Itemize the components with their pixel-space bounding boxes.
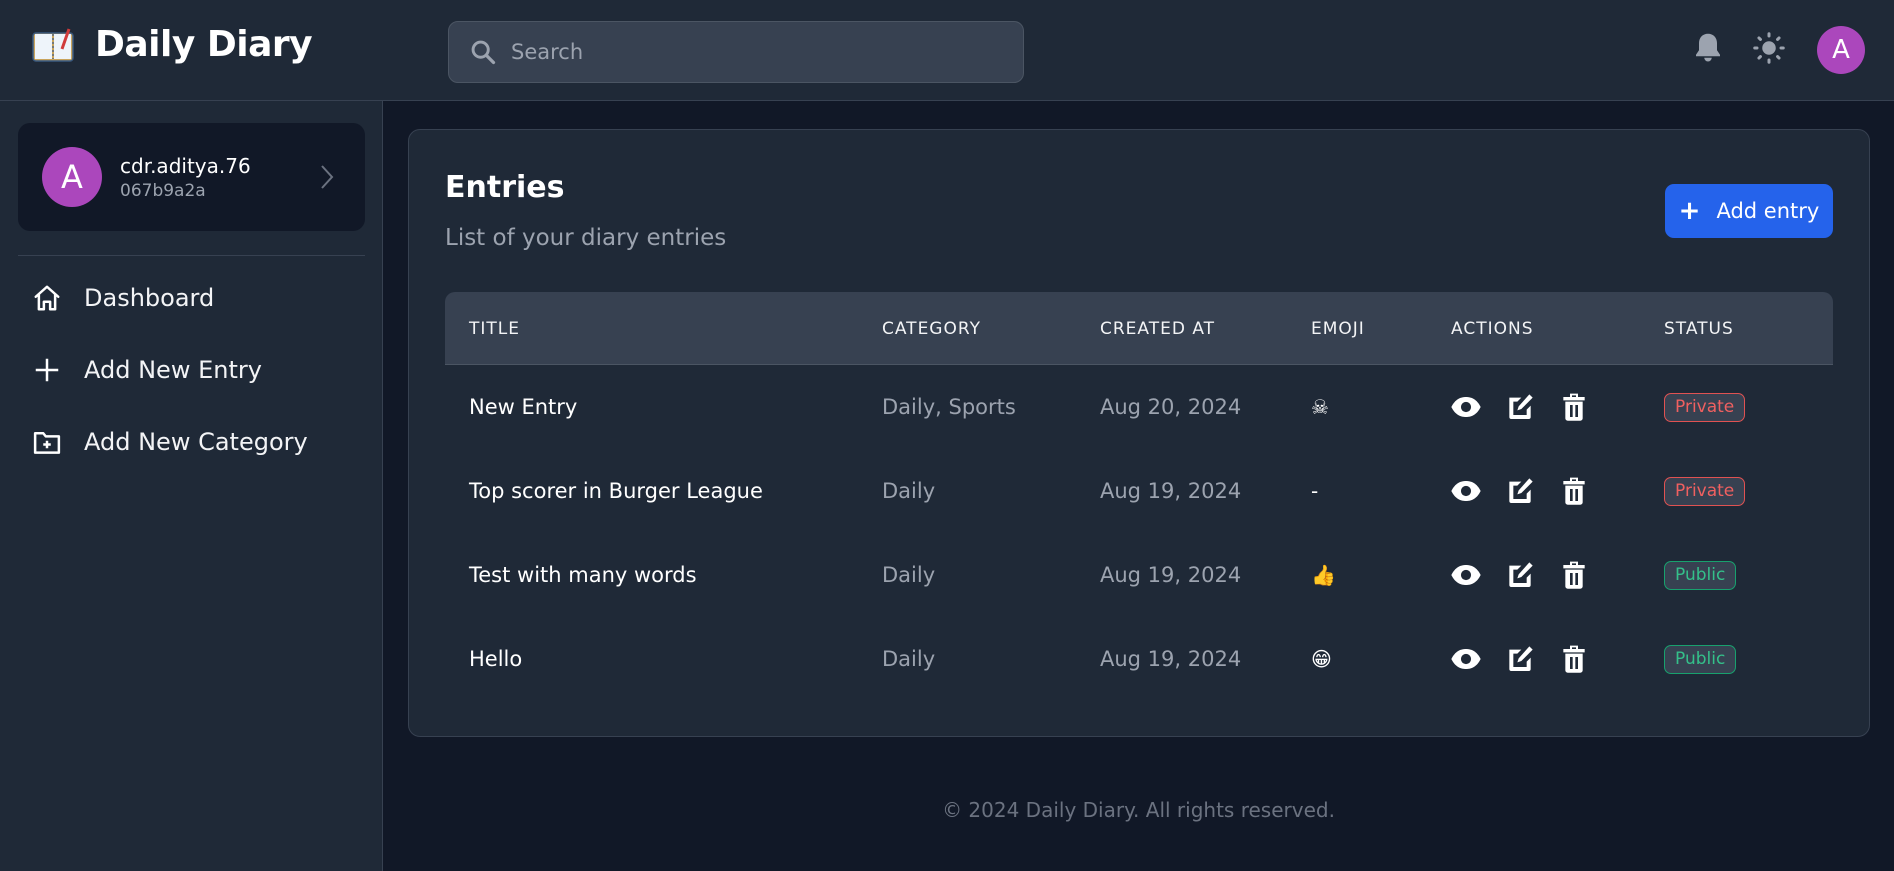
sidebar-item-add-new-entry[interactable]: Add New Entry xyxy=(18,342,365,398)
search-icon xyxy=(471,40,496,65)
profile-user-id: 067b9a2a xyxy=(120,180,206,201)
table-row: New Entry Daily, Sports Aug 20, 2024 ☠ P… xyxy=(445,365,1833,449)
column-header-category: CATEGORY xyxy=(882,319,981,339)
entry-emoji: 😁 xyxy=(1311,647,1332,671)
table-body: New Entry Daily, Sports Aug 20, 2024 ☠ P… xyxy=(445,365,1833,701)
profile-avatar: A xyxy=(42,147,102,207)
sidebar-item-label: Dashboard xyxy=(84,284,215,312)
page-subtitle: List of your diary entries xyxy=(445,225,727,251)
status-badge: Public xyxy=(1664,561,1737,590)
entry-title[interactable]: New Entry xyxy=(469,395,577,419)
entry-created-at: Aug 19, 2024 xyxy=(1100,479,1242,503)
entry-category: Daily xyxy=(882,563,936,587)
column-header-title: TITLE xyxy=(469,319,520,339)
sun-icon[interactable] xyxy=(1751,30,1787,66)
footer-copyright: © 2024 Daily Diary. All rights reserved. xyxy=(942,798,1335,822)
sidebar-item-dashboard[interactable]: Dashboard xyxy=(18,270,365,326)
entry-emoji: - xyxy=(1311,479,1319,503)
view-eye-icon[interactable] xyxy=(1450,475,1482,507)
delete-trash-icon[interactable] xyxy=(1558,391,1590,423)
entry-created-at: Aug 20, 2024 xyxy=(1100,395,1242,419)
entry-created-at: Aug 19, 2024 xyxy=(1100,647,1242,671)
entry-actions xyxy=(1450,391,1612,423)
table-row: Top scorer in Burger League Daily Aug 19… xyxy=(445,449,1833,533)
entry-title[interactable]: Test with many words xyxy=(469,563,697,587)
user-avatar[interactable]: A xyxy=(1817,26,1865,74)
view-eye-icon[interactable] xyxy=(1450,559,1482,591)
edit-icon[interactable] xyxy=(1504,475,1536,507)
chevron-right-icon xyxy=(321,165,334,189)
add-entry-button[interactable]: + Add entry xyxy=(1665,184,1833,238)
column-header-created-at: CREATED AT xyxy=(1100,319,1216,339)
delete-trash-icon[interactable] xyxy=(1558,559,1590,591)
entry-actions xyxy=(1450,559,1612,591)
table-row: Test with many words Daily Aug 19, 2024 … xyxy=(445,533,1833,617)
delete-trash-icon[interactable] xyxy=(1558,475,1590,507)
entry-actions xyxy=(1450,475,1612,507)
status-badge: Public xyxy=(1664,645,1737,674)
top-header: Daily Diary A xyxy=(0,0,1894,101)
entry-created-at: Aug 19, 2024 xyxy=(1100,563,1242,587)
entry-status: Private xyxy=(1664,393,1746,422)
entry-status: Public xyxy=(1664,645,1737,674)
sidebar-divider xyxy=(18,255,365,256)
entry-category: Daily xyxy=(882,479,936,503)
status-badge: Private xyxy=(1664,393,1746,422)
view-eye-icon[interactable] xyxy=(1450,391,1482,423)
bell-icon[interactable] xyxy=(1690,30,1726,66)
entry-status: Public xyxy=(1664,561,1737,590)
app-title: Daily Diary xyxy=(95,24,313,65)
profile-info: cdr.aditya.76 067b9a2a xyxy=(120,154,251,201)
delete-trash-icon[interactable] xyxy=(1558,643,1590,675)
table-row: Hello Daily Aug 19, 2024 😁 Public xyxy=(445,617,1833,701)
entry-status: Private xyxy=(1664,477,1746,506)
edit-icon[interactable] xyxy=(1504,643,1536,675)
table-header: TITLE CATEGORY CREATED AT EMOJI ACTIONS … xyxy=(445,292,1833,365)
brand[interactable]: Daily Diary xyxy=(31,24,313,65)
entry-title[interactable]: Top scorer in Burger League xyxy=(469,479,763,503)
sidebar: A cdr.aditya.76 067b9a2a Dashboard Add N… xyxy=(0,101,383,871)
edit-icon[interactable] xyxy=(1504,559,1536,591)
search-input[interactable] xyxy=(511,40,991,64)
home-icon xyxy=(34,285,60,311)
plus-icon: + xyxy=(1678,196,1701,226)
notebook-with-pen-icon xyxy=(32,28,74,62)
page-title: Entries xyxy=(445,170,565,205)
edit-icon[interactable] xyxy=(1504,391,1536,423)
entry-emoji: ☠ xyxy=(1311,395,1329,419)
entry-actions xyxy=(1450,643,1612,675)
entry-title[interactable]: Hello xyxy=(469,647,522,671)
column-header-actions: ACTIONS xyxy=(1451,319,1534,339)
search-bar[interactable] xyxy=(448,21,1024,83)
status-badge: Private xyxy=(1664,477,1746,506)
column-header-status: STATUS xyxy=(1664,319,1734,339)
entry-category: Daily, Sports xyxy=(882,395,1016,419)
entry-category: Daily xyxy=(882,647,936,671)
plus-icon xyxy=(35,358,59,382)
entry-emoji: 👍 xyxy=(1311,563,1336,587)
sidebar-item-add-new-category[interactable]: Add New Category xyxy=(18,414,365,470)
profile-card[interactable]: A cdr.aditya.76 067b9a2a xyxy=(18,123,365,231)
folder-plus-icon xyxy=(33,432,61,454)
sidebar-item-label: Add New Category xyxy=(84,428,308,456)
add-entry-label: Add entry xyxy=(1716,199,1820,223)
profile-username: cdr.aditya.76 xyxy=(120,153,251,178)
sidebar-item-label: Add New Entry xyxy=(84,356,262,384)
view-eye-icon[interactable] xyxy=(1450,643,1482,675)
entries-card: Entries List of your diary entries + Add… xyxy=(408,129,1870,737)
entries-table: TITLE CATEGORY CREATED AT EMOJI ACTIONS … xyxy=(445,292,1833,701)
column-header-emoji: EMOJI xyxy=(1311,319,1365,339)
